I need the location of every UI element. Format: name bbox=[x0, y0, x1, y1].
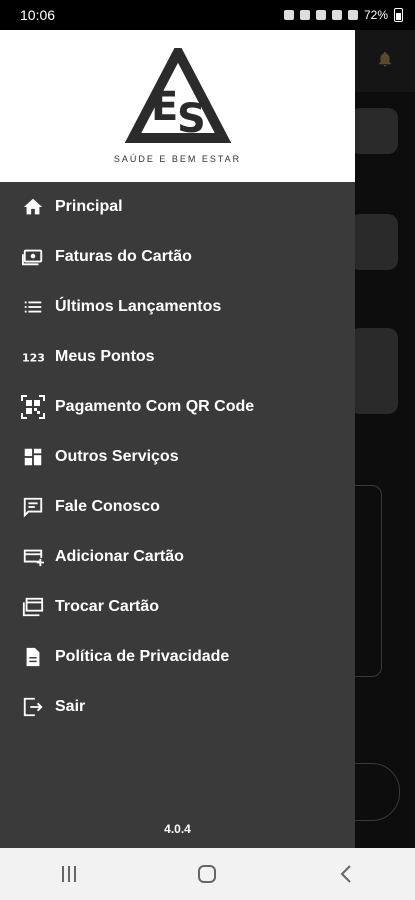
menu-item-outros-servicos[interactable]: Outros Serviços bbox=[0, 432, 355, 482]
bell-icon[interactable] bbox=[376, 48, 394, 70]
home-circle-icon bbox=[198, 865, 217, 883]
menu-item-label: Adicionar Cartão bbox=[55, 548, 184, 565]
battery-icon bbox=[394, 8, 403, 22]
wifi-icon bbox=[331, 10, 342, 20]
status-time: 10:06 bbox=[20, 7, 56, 23]
menu-item-principal[interactable]: Principal bbox=[0, 182, 355, 232]
menu-item-label: Meus Pontos bbox=[55, 348, 155, 365]
menu-item-lancamentos[interactable]: Últimos Lançamentos bbox=[0, 282, 355, 332]
drawer-menu: Principal Faturas do Cartão Últimos Lanç… bbox=[0, 182, 355, 732]
app-version: 4.0.4 bbox=[164, 822, 191, 836]
menu-item-fale-conosco[interactable]: Fale Conosco bbox=[0, 482, 355, 532]
menu-item-faturas[interactable]: Faturas do Cartão bbox=[0, 232, 355, 282]
cards-icon bbox=[21, 595, 45, 619]
bill-icon bbox=[21, 245, 45, 269]
menu-item-label: Trocar Cartão bbox=[55, 598, 160, 615]
recent-apps-button[interactable] bbox=[49, 854, 89, 894]
back-button[interactable] bbox=[326, 854, 366, 894]
menu-item-label: Últimos Lançamentos bbox=[55, 298, 222, 315]
menu-item-label: Fale Conosco bbox=[55, 498, 160, 515]
add-card-icon bbox=[21, 545, 45, 569]
numbers-icon: 123 bbox=[21, 345, 45, 369]
background-card bbox=[350, 214, 398, 270]
menu-item-sair[interactable]: Sair bbox=[0, 682, 355, 732]
status-bar: 10:06 72% bbox=[0, 0, 415, 30]
grid-icon bbox=[21, 445, 45, 469]
chat-icon bbox=[21, 495, 45, 519]
svg-text:123: 123 bbox=[22, 352, 45, 365]
svg-text:E: E bbox=[151, 84, 178, 130]
menu-item-politica-privacidade[interactable]: Política de Privacidade bbox=[0, 632, 355, 682]
home-icon bbox=[21, 195, 45, 219]
svg-text:S: S bbox=[177, 96, 206, 142]
list-icon bbox=[21, 295, 45, 319]
menu-item-label: Sair bbox=[55, 698, 86, 715]
document-icon bbox=[21, 645, 45, 669]
mute-icon bbox=[315, 10, 326, 20]
signal-icon bbox=[347, 10, 358, 20]
background-card bbox=[350, 328, 398, 414]
status-icons: 72% bbox=[283, 8, 403, 22]
notification-icon bbox=[283, 10, 294, 20]
menu-item-label: Pagamento Com QR Code bbox=[55, 398, 255, 415]
brand-logo: E S bbox=[124, 48, 232, 143]
menu-item-qr-code[interactable]: Pagamento Com QR Code bbox=[0, 382, 355, 432]
qr-code-icon bbox=[21, 395, 45, 419]
home-button[interactable] bbox=[187, 854, 227, 894]
menu-item-label: Principal bbox=[55, 198, 123, 215]
menu-item-adicionar-cartao[interactable]: Adicionar Cartão bbox=[0, 532, 355, 582]
recent-apps-icon bbox=[62, 866, 77, 882]
menu-item-label: Outros Serviços bbox=[55, 448, 179, 465]
menu-item-pontos[interactable]: 123 Meus Pontos bbox=[0, 332, 355, 382]
drawer-header-logo: E S SAÚDE E BEM ESTAR bbox=[0, 30, 355, 182]
system-nav-bar bbox=[0, 848, 415, 900]
brand-tagline: SAÚDE E BEM ESTAR bbox=[113, 154, 242, 164]
battery-percent: 72% bbox=[363, 8, 388, 22]
bluetooth-icon bbox=[299, 10, 310, 20]
menu-item-trocar-cartao[interactable]: Trocar Cartão bbox=[0, 582, 355, 632]
navigation-drawer: E S SAÚDE E BEM ESTAR Principal Faturas … bbox=[0, 30, 355, 848]
exit-icon bbox=[21, 695, 45, 719]
menu-item-label: Faturas do Cartão bbox=[55, 248, 192, 265]
menu-item-label: Política de Privacidade bbox=[55, 648, 230, 665]
back-icon bbox=[340, 865, 351, 883]
background-card bbox=[350, 108, 398, 154]
